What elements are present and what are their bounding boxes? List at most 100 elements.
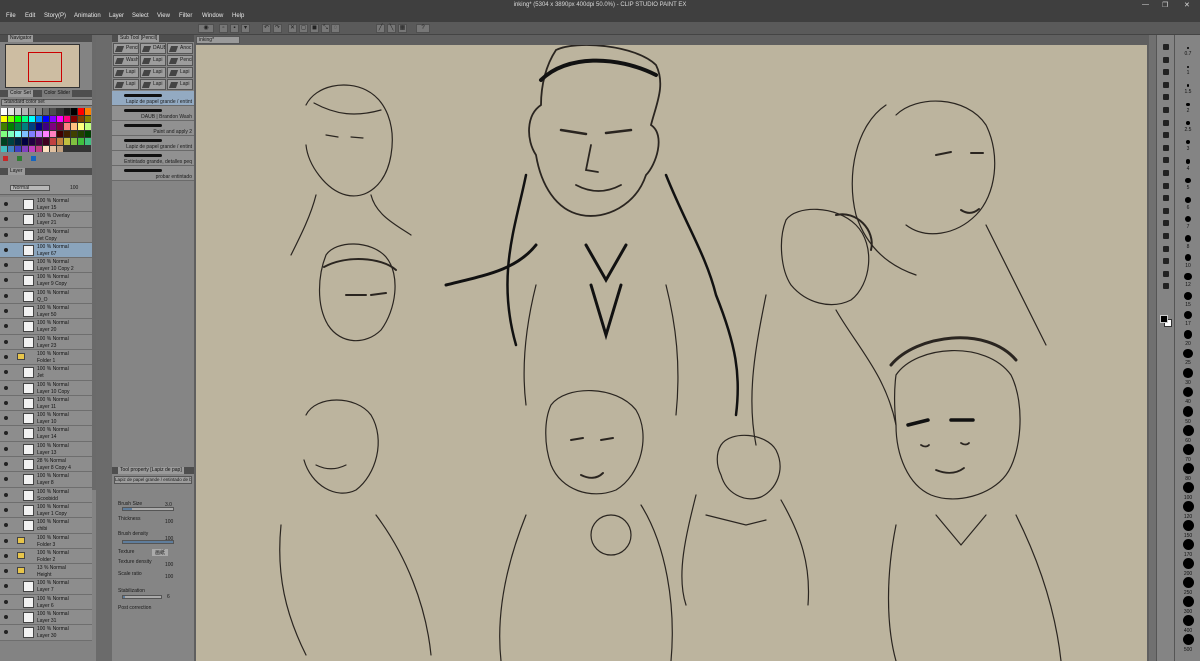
brush-item[interactable]: Lapiz de papel grande / entint bbox=[112, 136, 194, 151]
visibility-eye-icon[interactable] bbox=[4, 278, 8, 283]
brush-size-preset[interactable]: 40 bbox=[1175, 387, 1200, 405]
visibility-eye-icon[interactable] bbox=[4, 385, 8, 390]
layer-row[interactable]: 100 % Normal Layer 6 bbox=[0, 594, 92, 611]
color-swatch[interactable] bbox=[29, 138, 35, 145]
layer-row[interactable]: 100 % Normal Folder 1 bbox=[0, 349, 92, 366]
layer-row[interactable]: 100 % Normal Scoobidd bbox=[0, 487, 92, 503]
brush-size-preset[interactable]: 4 bbox=[1175, 159, 1200, 172]
document-tab[interactable]: inking* bbox=[196, 36, 240, 44]
color-swatch[interactable] bbox=[78, 123, 84, 130]
redo-icon[interactable]: ↷ bbox=[273, 24, 282, 33]
layer-row[interactable]: 100 % Normal Layer 50 bbox=[0, 304, 92, 320]
visibility-eye-icon[interactable] bbox=[4, 232, 8, 237]
color-swatch[interactable] bbox=[8, 115, 14, 122]
layer-row[interactable]: 100 % Normal Layer 67 bbox=[0, 242, 92, 259]
thickness-value[interactable]: 100 bbox=[165, 519, 173, 525]
minimize-button[interactable]: — bbox=[1142, 1, 1149, 8]
color-swatch[interactable] bbox=[64, 138, 70, 145]
brush-size-slider[interactable] bbox=[122, 507, 174, 511]
tab-color-slider[interactable]: Color Slider bbox=[42, 90, 73, 97]
help-icon[interactable]: ? bbox=[416, 24, 430, 33]
color-swatch[interactable] bbox=[29, 108, 35, 115]
visibility-eye-icon[interactable] bbox=[4, 615, 8, 620]
color-swatch[interactable] bbox=[43, 123, 49, 130]
zoom-icon[interactable] bbox=[1161, 43, 1171, 52]
airbrush-icon[interactable] bbox=[1161, 144, 1171, 153]
brush-density-slider[interactable] bbox=[122, 540, 174, 544]
color-swatch[interactable] bbox=[57, 123, 63, 130]
visibility-eye-icon[interactable] bbox=[4, 523, 8, 528]
color-swatch[interactable] bbox=[43, 145, 49, 152]
color-swatch[interactable] bbox=[1, 138, 7, 145]
visibility-eye-icon[interactable] bbox=[4, 309, 8, 314]
figure-icon[interactable] bbox=[1161, 219, 1171, 228]
correct-line-icon[interactable] bbox=[1161, 282, 1171, 291]
layer-row[interactable]: 100 % Normal Layer 7 bbox=[0, 579, 92, 595]
layer-row[interactable]: 100 % Normal Jet Copy bbox=[0, 227, 92, 243]
visibility-eye-icon[interactable] bbox=[4, 247, 8, 252]
brush-item[interactable]: DAUB | Brandon Wash bbox=[112, 106, 194, 121]
layer-row[interactable]: 100 % Normal Layer 13 bbox=[0, 441, 92, 458]
brush-size-preset[interactable]: 50 bbox=[1175, 406, 1200, 425]
color-swatch[interactable] bbox=[22, 123, 28, 130]
navigator-thumbnail[interactable] bbox=[5, 44, 80, 88]
layer-row[interactable]: 100 % Normal Layer 14 bbox=[0, 426, 92, 442]
visibility-eye-icon[interactable] bbox=[4, 339, 8, 344]
color-swatch[interactable] bbox=[36, 145, 42, 152]
color-set-select[interactable]: Standard color set bbox=[1, 99, 94, 106]
brush-size-preset[interactable]: 2 bbox=[1175, 102, 1200, 114]
brush-size-preset[interactable]: 300 bbox=[1175, 596, 1200, 615]
brush-size-preset[interactable]: 5 bbox=[1175, 178, 1200, 191]
brush-size-preset[interactable]: 8 bbox=[1175, 235, 1200, 250]
eyedropper-icon[interactable] bbox=[1161, 93, 1171, 102]
layer-row[interactable]: 13 % Normal Height bbox=[0, 564, 92, 580]
layer-row[interactable]: 100 % Normal Layer 9 Copy bbox=[0, 273, 92, 289]
color-swatch[interactable] bbox=[43, 130, 49, 137]
color-icon-red[interactable] bbox=[3, 156, 8, 161]
brush-size-preset[interactable]: 170 bbox=[1175, 539, 1200, 558]
color-swatch[interactable] bbox=[78, 138, 84, 145]
eraser-icon[interactable] bbox=[1161, 169, 1171, 178]
text-icon[interactable] bbox=[1161, 257, 1171, 266]
color-swatch[interactable] bbox=[29, 115, 35, 122]
snap-grid-icon[interactable]: ▦ bbox=[398, 24, 407, 33]
tab-tool-property[interactable]: Tool property [Lapiz de pap] bbox=[118, 467, 184, 474]
save-icon[interactable]: ▾ bbox=[241, 24, 250, 33]
color-swatch[interactable] bbox=[57, 108, 63, 115]
menu-window[interactable]: Window bbox=[202, 13, 223, 19]
layer-row[interactable]: 100 % Normal Q_O bbox=[0, 288, 92, 305]
decoration-icon[interactable] bbox=[1161, 156, 1171, 165]
color-swatch[interactable] bbox=[50, 138, 56, 145]
color-swatch[interactable] bbox=[15, 108, 21, 115]
color-swatch[interactable] bbox=[64, 115, 70, 122]
color-swatch[interactable] bbox=[50, 123, 56, 130]
color-swatch[interactable] bbox=[22, 145, 28, 152]
color-swatch[interactable] bbox=[85, 115, 91, 122]
brush-size-preset[interactable]: 1 bbox=[1175, 64, 1200, 76]
color-swatch[interactable] bbox=[8, 130, 14, 137]
color-swatch[interactable] bbox=[15, 130, 21, 137]
menu-view[interactable]: View bbox=[157, 13, 170, 19]
brush-size-preset[interactable]: 150 bbox=[1175, 520, 1200, 539]
color-swatch[interactable] bbox=[71, 138, 77, 145]
operation-icon[interactable] bbox=[1161, 68, 1171, 77]
brush-size-preset[interactable]: 200 bbox=[1175, 558, 1200, 577]
layer-row[interactable]: 100 % Normal Folder 3 bbox=[0, 533, 92, 549]
visibility-eye-icon[interactable] bbox=[4, 446, 8, 451]
brush-size-preset[interactable]: 2.5 bbox=[1175, 121, 1200, 133]
post-correction-label[interactable]: Post correction bbox=[118, 605, 151, 611]
color-swatch[interactable] bbox=[22, 115, 28, 122]
sub-tool-button[interactable]: Lapi bbox=[113, 67, 139, 78]
color-swatch[interactable] bbox=[71, 108, 77, 115]
tab-navigator[interactable]: Navigator bbox=[8, 35, 34, 42]
visibility-eye-icon[interactable] bbox=[4, 400, 8, 405]
color-swatch[interactable] bbox=[1, 145, 7, 152]
tab-sub-tool[interactable]: Sub Tool [Pencil] bbox=[118, 35, 160, 42]
menu-file[interactable]: File bbox=[6, 13, 16, 19]
color-swatch[interactable] bbox=[78, 115, 84, 122]
color-icon-green[interactable] bbox=[17, 156, 22, 161]
color-swatch[interactable] bbox=[8, 145, 14, 152]
brush-item[interactable]: Lapiz de papel grande / entint bbox=[112, 91, 194, 106]
visibility-eye-icon[interactable] bbox=[4, 202, 8, 206]
sub-tool-button[interactable]: Pencil bbox=[113, 43, 139, 54]
